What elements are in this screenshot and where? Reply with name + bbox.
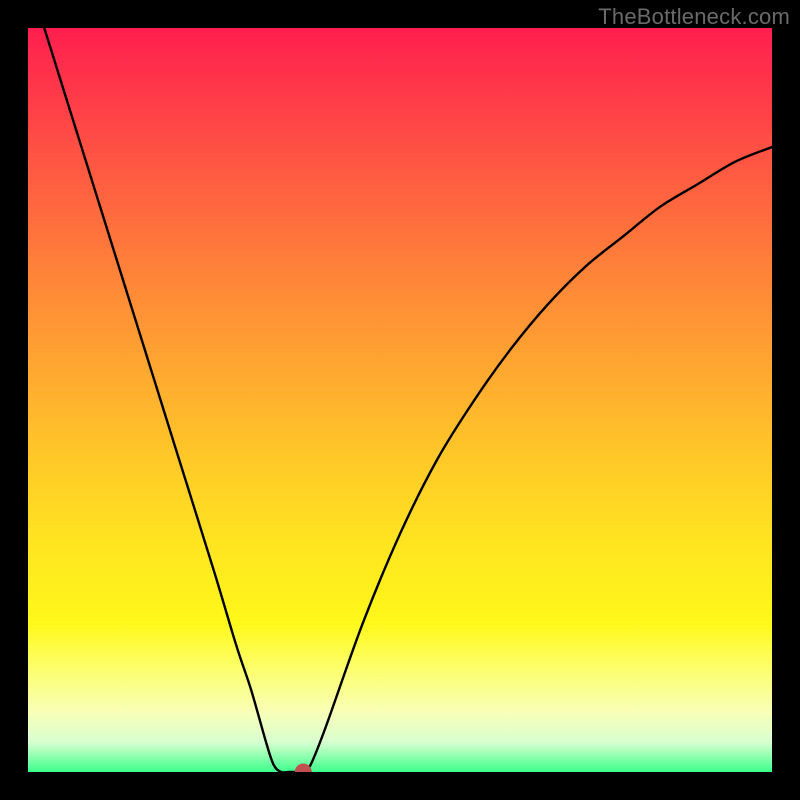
- chart-svg: [28, 28, 772, 772]
- minimum-marker-dot: [295, 764, 311, 772]
- watermark-text: TheBottleneck.com: [598, 4, 790, 30]
- bottleneck-curve-path: [28, 28, 772, 772]
- plot-area: [28, 28, 772, 772]
